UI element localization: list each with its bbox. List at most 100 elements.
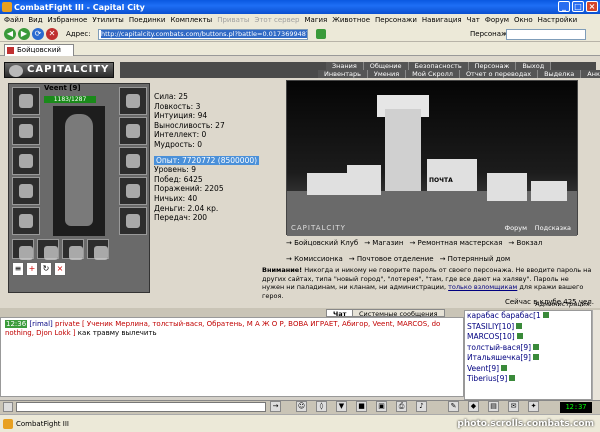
weapon-slot[interactable] — [12, 147, 40, 175]
location-link[interactable]: → Бойцовский Клуб — [286, 238, 358, 248]
castle-tower[interactable] — [385, 109, 421, 199]
book-icon[interactable]: ▤ — [488, 401, 499, 412]
user-list-item[interactable]: MARCOS[10] — [467, 332, 591, 343]
building[interactable] — [427, 159, 477, 191]
menu-item[interactable]: Окно — [514, 16, 533, 24]
tool-icon[interactable]: ✎ — [448, 401, 459, 412]
location-link[interactable]: → Магазин — [364, 238, 403, 248]
stop-icon[interactable]: ✕ — [46, 27, 58, 40]
nav-item[interactable]: Персонаж — [468, 62, 517, 70]
nav-item[interactable]: Отчет о переводах — [459, 70, 539, 78]
menu-item[interactable]: Навигация — [422, 16, 462, 24]
menu-item[interactable]: Магия — [305, 16, 328, 24]
location-link[interactable]: → Комиссионка — [286, 254, 343, 264]
chat-sender[interactable]: [rimal] — [29, 320, 52, 328]
nav-item[interactable]: Выход — [516, 62, 552, 70]
refresh-icon[interactable]: ⟳ — [32, 27, 44, 40]
menu-item[interactable]: Вид — [28, 16, 42, 24]
shield-slot[interactable] — [119, 147, 147, 175]
user-list-item[interactable]: Veent[9] — [467, 364, 591, 375]
refresh-small-icon[interactable]: ↻ — [40, 262, 52, 276]
filter-icon[interactable]: ▼ — [336, 401, 347, 412]
menu-item[interactable]: Чат — [467, 16, 480, 24]
amulet-slot[interactable] — [12, 117, 40, 145]
location-link[interactable]: → Ремонтная мастерская — [409, 238, 502, 248]
warning-link[interactable]: только взломщикам — [448, 283, 517, 291]
nav-item[interactable]: Мой Скролл — [406, 70, 460, 78]
stop-chat-icon[interactable]: ■ — [356, 401, 367, 412]
print-icon[interactable]: ⎙ — [396, 401, 407, 412]
armor-slot[interactable] — [12, 177, 40, 205]
menu-item[interactable]: Этот сервер — [254, 16, 299, 24]
clear-icon[interactable]: ◊ — [316, 401, 327, 412]
ring-slot-4[interactable] — [87, 239, 109, 260]
back-icon[interactable]: ◀ — [4, 27, 16, 40]
pants-slot[interactable] — [119, 177, 147, 205]
hint-link[interactable]: Подсказка — [535, 224, 571, 232]
gloves-slot[interactable] — [119, 117, 147, 145]
user-list-item[interactable]: STASILIY[10] — [467, 322, 591, 333]
tab-system-messages[interactable]: Системные сообщения — [352, 309, 445, 318]
menu-item[interactable]: Животное — [332, 16, 370, 24]
smile-icon[interactable]: ☺ — [296, 401, 307, 412]
minimize-button[interactable]: _ — [558, 1, 570, 12]
address-field[interactable]: http://capitalcity.combats.com/buttons.p… — [98, 29, 308, 40]
menu-item[interactable]: Персонажи — [375, 16, 417, 24]
tab-fight-club[interactable]: Бойцовский клуб — [4, 44, 74, 65]
menu-item[interactable]: Форум — [485, 16, 509, 24]
menu-item[interactable]: Утилиты — [92, 16, 124, 24]
bag-icon[interactable]: ◆ — [468, 401, 479, 412]
menu-item[interactable]: Избранное — [48, 16, 88, 24]
location-link[interactable]: → Потерянный дом — [440, 254, 511, 264]
chat-input[interactable] — [16, 402, 266, 412]
menu-item[interactable]: Файл — [4, 16, 23, 24]
boots-slot[interactable] — [119, 207, 147, 235]
chat-private[interactable]: private [ Ученик Мерлина, толстый-вася, … — [5, 320, 440, 337]
nav-item[interactable]: Безопасность — [408, 62, 469, 70]
heal-icon[interactable]: + — [26, 262, 38, 276]
building[interactable] — [347, 165, 381, 195]
helmet-slot[interactable] — [12, 87, 40, 115]
building[interactable] — [487, 173, 527, 201]
maximize-button[interactable]: □ — [572, 1, 584, 12]
person-select[interactable] — [506, 29, 586, 40]
music-icon[interactable]: ♪ — [416, 401, 427, 412]
user-list-item[interactable]: Tiberius[9] — [467, 374, 591, 385]
building[interactable] — [307, 173, 347, 195]
close-button[interactable]: × — [586, 1, 598, 12]
menu-icon[interactable] — [3, 402, 13, 412]
menu-item[interactable]: Приваты — [217, 16, 249, 24]
earring-slot[interactable] — [119, 87, 147, 115]
forum-link[interactable]: Форум — [505, 224, 527, 232]
scroll-icon[interactable]: ≡ — [12, 262, 24, 276]
send-icon[interactable]: → — [270, 401, 281, 412]
city-scene[interactable]: ПОЧТА CAPITALCITY Форум Подсказка — [286, 80, 578, 236]
building[interactable] — [531, 181, 567, 201]
tab-close-icon[interactable] — [7, 47, 14, 54]
menu-item[interactable]: Поединки — [129, 16, 166, 24]
user-list-item[interactable]: карабас барабас[1 — [467, 311, 591, 322]
forward-icon[interactable]: ▶ — [18, 27, 30, 40]
character-name[interactable]: Veent [9] — [44, 84, 104, 94]
nav-item[interactable]: Инвентарь — [318, 70, 368, 78]
nav-item[interactable]: Общение — [363, 62, 409, 70]
userlist-scrollbar[interactable] — [592, 310, 600, 400]
go-icon[interactable] — [316, 29, 326, 39]
nav-item[interactable]: Выделка — [538, 70, 582, 78]
menu-item[interactable]: Настройки — [538, 16, 578, 24]
map-icon[interactable]: ✦ — [528, 401, 539, 412]
belt-slot[interactable] — [12, 207, 40, 235]
user-list-item[interactable]: Итальяшечка[9] — [467, 353, 591, 364]
ring-slot-1[interactable] — [12, 239, 34, 260]
menu-item[interactable]: Комплекты — [170, 16, 212, 24]
user-list-item[interactable]: толстый-вася[9] — [467, 343, 591, 354]
nav-item[interactable]: Анкета — [581, 70, 600, 78]
mail-icon[interactable]: ✉ — [508, 401, 519, 412]
ring-slot-3[interactable] — [62, 239, 84, 260]
nav-item[interactable]: Знания — [326, 62, 364, 70]
nav-item[interactable]: Умения — [367, 70, 407, 78]
location-link[interactable]: → Почтовое отделение — [349, 254, 434, 264]
ring-slot-2[interactable] — [37, 239, 59, 260]
tab-chat[interactable]: Чат — [326, 309, 354, 318]
location-link[interactable]: → Вокзал — [508, 238, 542, 248]
